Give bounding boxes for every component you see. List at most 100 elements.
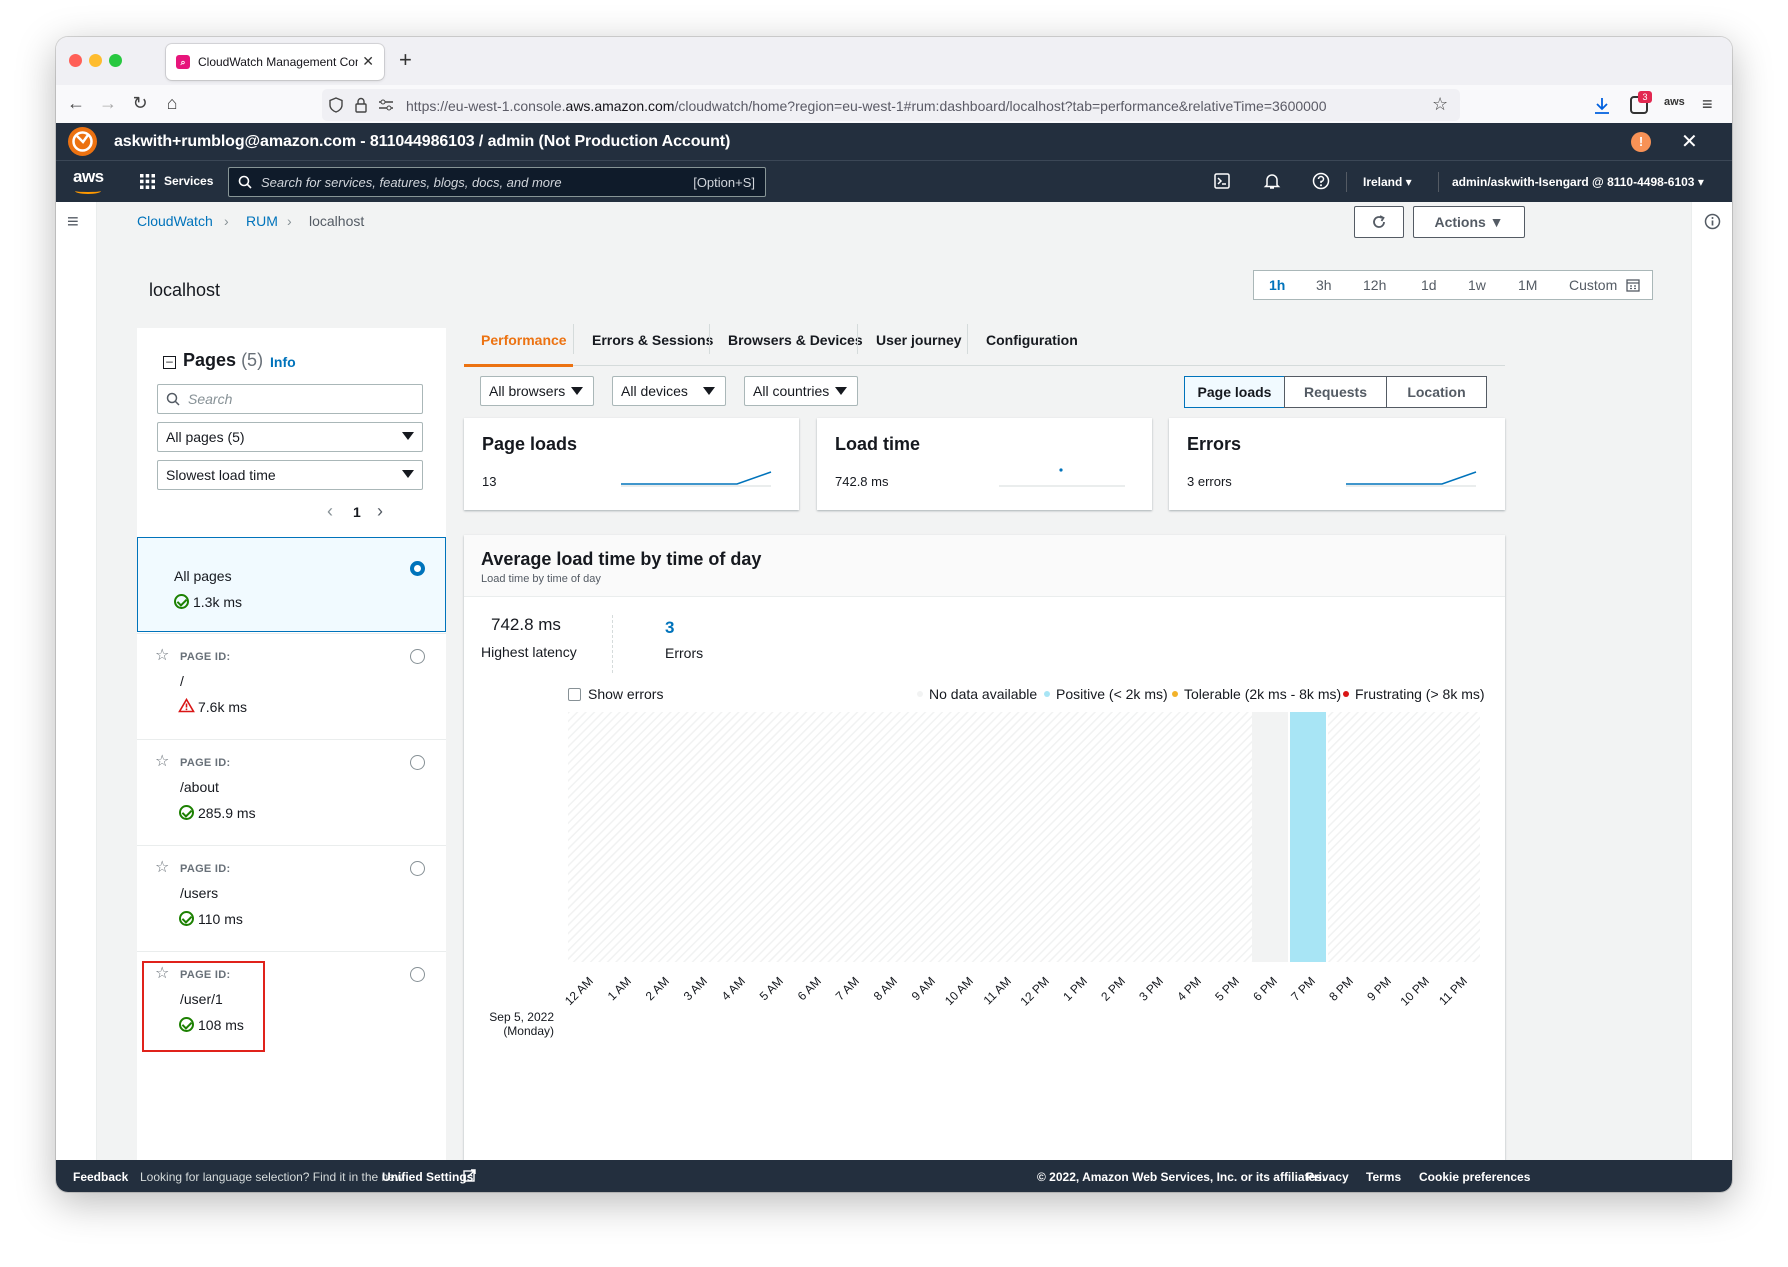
time-range-1h[interactable]: 1h — [1269, 277, 1285, 293]
stat-divider — [612, 615, 613, 673]
minimize-window-icon[interactable] — [89, 54, 102, 67]
tab-user-journey[interactable]: User journey — [876, 332, 962, 348]
bookmark-star-icon[interactable]: ☆ — [1432, 94, 1448, 115]
menu-icon[interactable]: ≡ — [1702, 94, 1713, 115]
radio-unselected[interactable] — [410, 649, 425, 664]
cookie-preferences-link[interactable]: Cookie preferences — [1419, 1170, 1530, 1184]
caret-down-icon — [703, 387, 715, 395]
browsers-filter-select[interactable]: All browsers — [480, 376, 594, 406]
view-requests[interactable]: Requests — [1284, 376, 1387, 408]
reload-icon[interactable]: ↻ — [128, 93, 152, 114]
prev-page-icon[interactable]: ‹ — [327, 501, 333, 522]
cloudwatch-favicon-icon: ⌕ — [176, 55, 190, 69]
collapse-icon[interactable]: – — [163, 355, 176, 369]
account-menu[interactable]: admin/askwith-Isengard @ 8110-4498-6103 … — [1452, 175, 1704, 189]
all-pages-card[interactable]: All pages 1.3k ms — [137, 537, 446, 632]
close-tab-icon[interactable]: ✕ — [362, 53, 374, 70]
new-tab-icon[interactable]: + — [399, 47, 412, 73]
kpi-errors: Errors 3 errors — [1169, 418, 1505, 510]
errors-count-link[interactable]: 3 — [665, 618, 674, 638]
pages-search-input[interactable]: Search — [157, 384, 423, 414]
pages-sort-select[interactable]: Slowest load time — [157, 460, 423, 490]
close-window-icon[interactable] — [69, 54, 82, 67]
legend-no-data: No data available — [917, 686, 1037, 702]
external-link-icon — [463, 1169, 476, 1182]
radio-unselected[interactable] — [410, 755, 425, 770]
view-location[interactable]: Location — [1386, 376, 1487, 408]
aws-smile-icon — [75, 188, 101, 194]
global-search-input[interactable]: Search for services, features, blogs, do… — [228, 167, 766, 197]
legend-frustrating: Frustrating (> 8k ms) — [1343, 686, 1485, 702]
page-card[interactable]: ☆ PAGE ID: /about 285.9 ms — [137, 739, 446, 845]
services-grid-icon[interactable] — [140, 174, 155, 189]
radio-unselected[interactable] — [410, 861, 425, 876]
radio-unselected[interactable] — [410, 967, 425, 982]
hamburger-menu-icon[interactable]: ≡ — [67, 211, 79, 234]
region-selector[interactable]: Ireland ▾ — [1363, 175, 1412, 189]
tab-errors-sessions[interactable]: Errors & Sessions — [592, 332, 713, 348]
federation-banner: askwith+rumblog@amazon.com - 81104498610… — [56, 123, 1732, 160]
aws-logo[interactable]: aws — [73, 167, 104, 187]
help-icon[interactable] — [1312, 172, 1330, 190]
time-range-custom[interactable]: Custom — [1569, 277, 1617, 293]
highest-latency-value: 742.8 ms — [491, 615, 561, 634]
time-range-3h[interactable]: 3h — [1316, 277, 1332, 293]
favorite-star-icon[interactable]: ☆ — [155, 645, 169, 665]
maximize-window-icon[interactable] — [109, 54, 122, 67]
time-range-1m[interactable]: 1M — [1518, 277, 1537, 293]
active-tab-indicator — [464, 364, 573, 367]
console-footer: Feedback Looking for language selection?… — [56, 1160, 1732, 1192]
shield-icon — [329, 97, 343, 113]
page-number[interactable]: 1 — [353, 504, 361, 520]
tab-browsers-devices[interactable]: Browsers & Devices — [728, 332, 863, 348]
download-icon[interactable] — [1594, 97, 1610, 115]
row-date-label: Sep 5, 2022 — [489, 1010, 554, 1024]
radio-selected[interactable] — [410, 561, 425, 576]
notifications-bell-icon[interactable] — [1263, 172, 1281, 190]
feedback-link[interactable]: Feedback — [73, 1170, 128, 1184]
unified-settings-link[interactable]: Unified Settings — [382, 1170, 473, 1184]
cloudshell-icon[interactable] — [1214, 173, 1230, 189]
devices-filter-select[interactable]: All devices — [612, 376, 726, 406]
heatmap-cell-2-am — [644, 712, 682, 962]
page-card[interactable]: ☆ PAGE ID: / 7.6k ms — [137, 633, 446, 739]
time-range-12h[interactable]: 12h — [1363, 277, 1386, 293]
view-page-loads[interactable]: Page loads — [1184, 376, 1285, 408]
services-menu[interactable]: Services — [164, 174, 213, 188]
privacy-link[interactable]: Privacy — [1306, 1170, 1349, 1184]
forward-icon[interactable]: → — [96, 93, 120, 114]
refresh-button[interactable] — [1354, 206, 1404, 238]
amazon-extension-icon[interactable]: aws — [1664, 96, 1685, 108]
heatmap-cell-6-pm[interactable] — [1252, 712, 1288, 962]
breadcrumb-rum[interactable]: RUM — [246, 213, 278, 229]
countries-filter-select[interactable]: All countries — [744, 376, 858, 406]
heatmap-cell-7-am — [834, 712, 872, 962]
address-bar[interactable]: https://eu-west-1.console.aws.amazon.com… — [322, 89, 1460, 121]
tab-configuration[interactable]: Configuration — [986, 332, 1078, 348]
show-errors-checkbox[interactable] — [568, 688, 581, 701]
chart-subtitle: Load time by time of day — [481, 573, 601, 585]
terms-link[interactable]: Terms — [1366, 1170, 1401, 1184]
warning-icon[interactable]: ! — [1631, 132, 1651, 152]
pages-filter-select[interactable]: All pages (5) — [157, 422, 423, 452]
info-circle-icon[interactable] — [1704, 213, 1721, 230]
back-icon[interactable]: ← — [64, 93, 88, 114]
success-check-icon — [179, 805, 194, 820]
actions-button[interactable]: Actions ▼ — [1413, 206, 1525, 238]
favorite-star-icon[interactable]: ☆ — [155, 857, 169, 877]
language-hint: Looking for language selection? Find it … — [140, 1170, 404, 1184]
breadcrumb-cloudwatch[interactable]: CloudWatch — [137, 213, 213, 229]
time-range-1d[interactable]: 1d — [1421, 277, 1437, 293]
pages-info-link[interactable]: Info — [270, 354, 296, 370]
highlight-box — [142, 961, 265, 1052]
tab-performance[interactable]: Performance — [481, 332, 567, 348]
home-icon[interactable]: ⌂ — [160, 93, 184, 114]
close-banner-icon[interactable]: ✕ — [1681, 129, 1698, 154]
page-card[interactable]: ☆ PAGE ID: /users 110 ms — [137, 845, 446, 951]
time-range-1w[interactable]: 1w — [1468, 277, 1486, 293]
notification-badge: 3 — [1638, 91, 1652, 103]
next-page-icon[interactable]: › — [377, 501, 383, 522]
browser-tab[interactable]: ⌕ CloudWatch Management Cons ✕ — [166, 44, 384, 80]
favorite-star-icon[interactable]: ☆ — [155, 751, 169, 771]
heatmap-cell-7-pm[interactable] — [1290, 712, 1326, 962]
